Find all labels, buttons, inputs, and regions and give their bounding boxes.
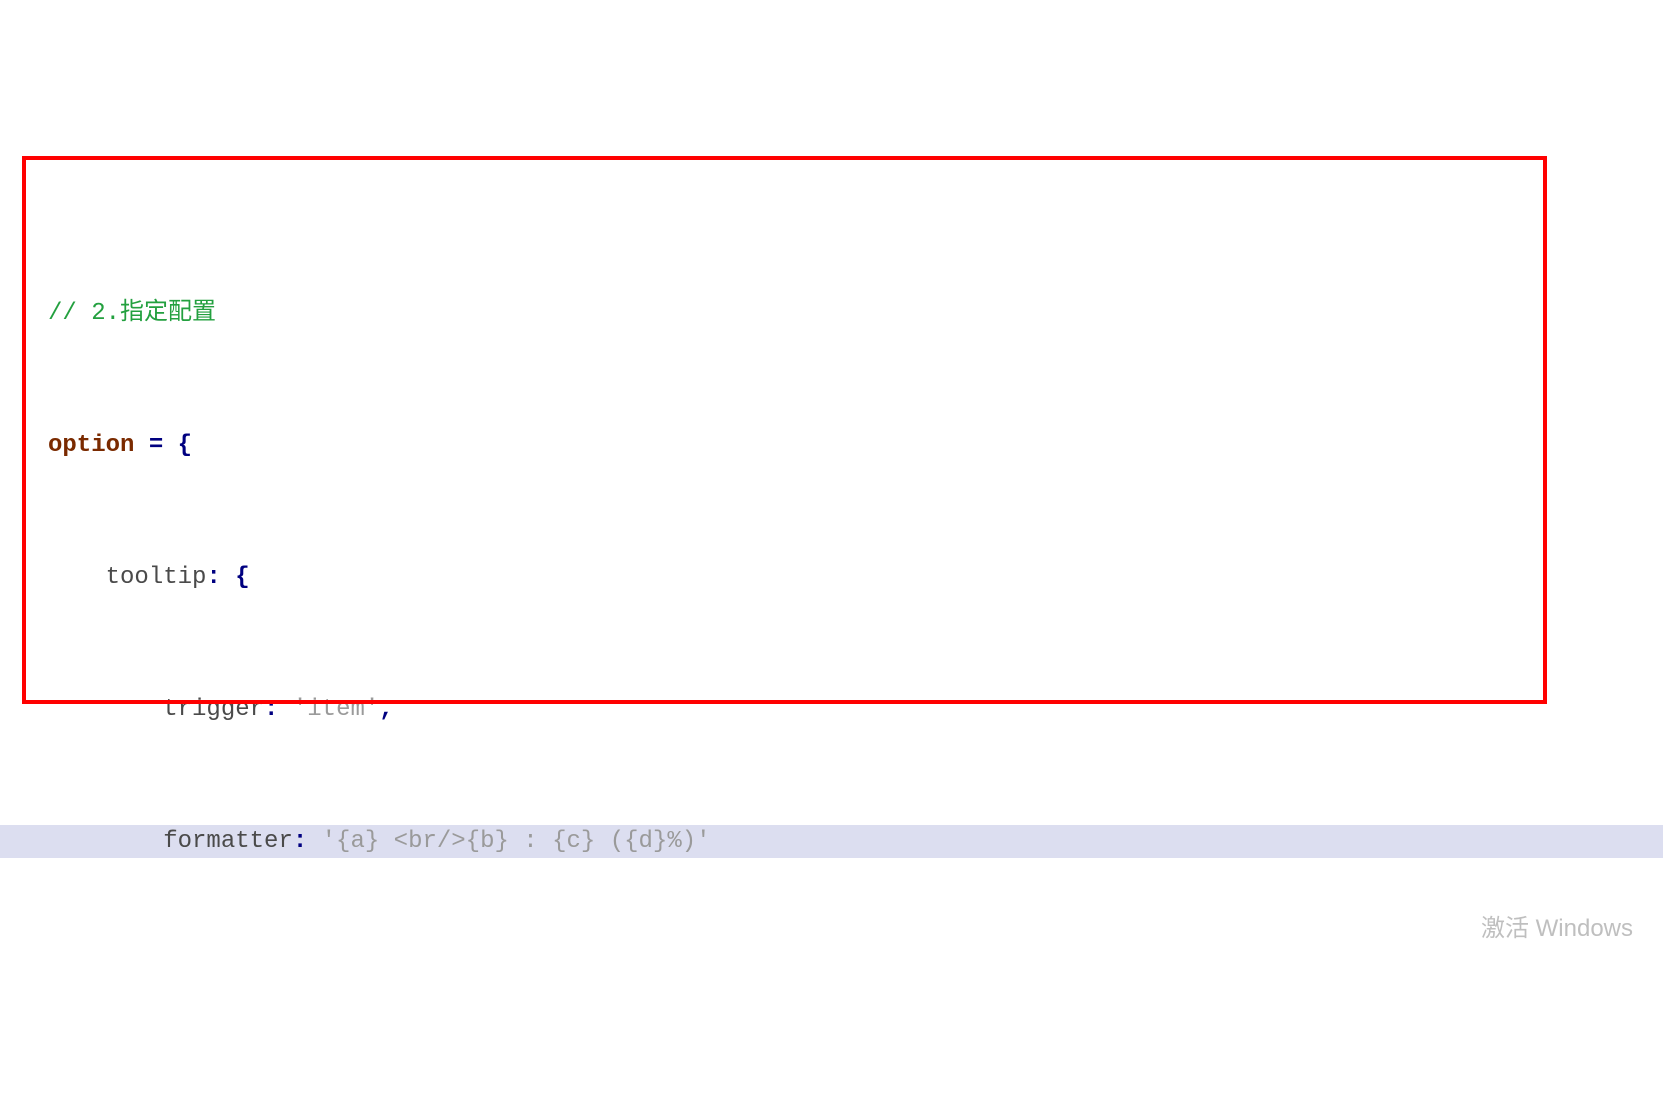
var-option: option <box>48 432 134 459</box>
code-line[interactable]: tooltip: { <box>0 561 1663 594</box>
colon: : <box>264 696 278 723</box>
comment-text: // 2.指定配置 <box>48 300 216 327</box>
comma: , <box>379 696 393 723</box>
colon: : <box>206 564 220 591</box>
key-trigger: trigger <box>163 696 264 723</box>
key-formatter: formatter <box>163 828 293 855</box>
brace-open: { <box>178 432 192 459</box>
colon: : <box>293 828 307 855</box>
windows-activation-watermark: 激活 Windows <box>1481 912 1633 945</box>
code-editor[interactable]: // 2.指定配置 option = { tooltip: { trigger:… <box>0 132 1663 955</box>
code-line[interactable]: trigger: 'item', <box>0 693 1663 726</box>
key-tooltip: tooltip <box>106 564 207 591</box>
code-line[interactable]: option = { <box>0 429 1663 462</box>
code-line[interactable]: // 2.指定配置 <box>0 297 1663 330</box>
equals: = <box>149 432 163 459</box>
code-line-highlighted[interactable]: formatter: '{a} <br/>{b} : {c} ({d}%)' <box>0 825 1663 858</box>
string-value: '{a} <br/>{b} : {c} ({d}%)' <box>322 828 711 855</box>
brace-open: { <box>235 564 249 591</box>
string-value: 'item' <box>293 696 379 723</box>
